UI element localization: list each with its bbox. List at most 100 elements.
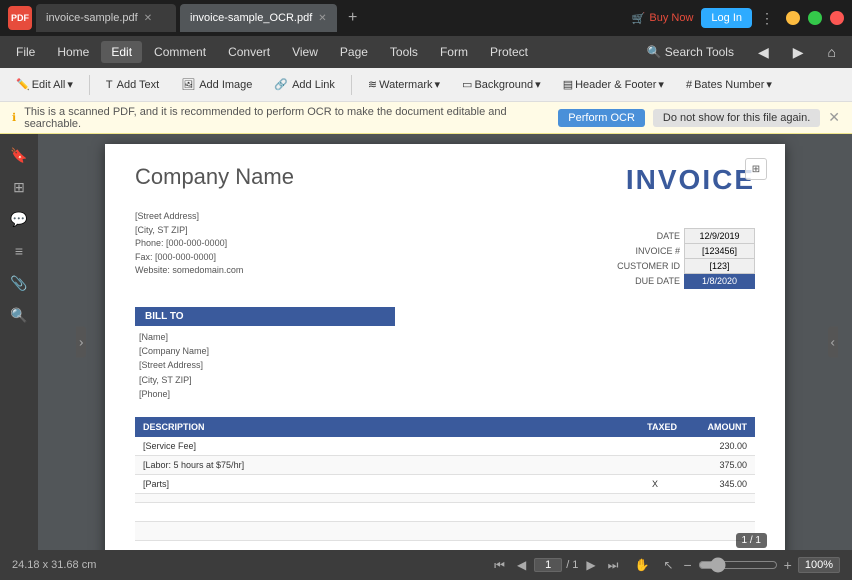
bill-phone: [Phone] bbox=[139, 387, 755, 401]
tab-invoice-2[interactable]: invoice-sample_OCR.pdf ✕ bbox=[180, 4, 337, 32]
last-page-button[interactable]: ⏭ bbox=[604, 556, 623, 575]
menu-tools[interactable]: Tools bbox=[380, 41, 428, 63]
menu-edit[interactable]: Edit bbox=[101, 41, 142, 63]
row1-amount: 230.00 bbox=[685, 437, 755, 456]
col-taxed: TAXED bbox=[625, 417, 685, 437]
nav-back-button[interactable]: ◀ bbox=[748, 40, 779, 65]
col-amount: AMOUNT bbox=[685, 417, 755, 437]
row4-desc bbox=[135, 494, 625, 503]
row5-desc bbox=[135, 503, 625, 522]
title-bar: PDF invoice-sample.pdf ✕ invoice-sample_… bbox=[0, 0, 852, 36]
login-button[interactable]: Log In bbox=[701, 8, 752, 28]
tab-close-1[interactable]: ✕ bbox=[144, 13, 152, 24]
menu-file[interactable]: File bbox=[6, 41, 45, 63]
bates-number-button[interactable]: # Bates Number ▾ bbox=[678, 75, 780, 94]
nav-forward-button[interactable]: ▶ bbox=[783, 40, 814, 65]
dismiss-button[interactable]: Do not show for this file again. bbox=[653, 109, 820, 127]
cart-icon: 🛒 bbox=[632, 12, 646, 25]
zoom-level: 100% bbox=[798, 557, 840, 573]
minimize-button[interactable] bbox=[786, 11, 800, 25]
menu-view[interactable]: View bbox=[282, 41, 328, 63]
panel-expand-button[interactable]: › bbox=[76, 327, 86, 358]
bill-to-section: BILL TO [Name] [Company Name] [Street Ad… bbox=[135, 307, 755, 402]
panel-icon-attachments[interactable]: 📎 bbox=[4, 268, 34, 298]
menu-page[interactable]: Page bbox=[330, 41, 378, 63]
header-footer-chevron: ▾ bbox=[658, 78, 664, 91]
maximize-button[interactable] bbox=[808, 11, 822, 25]
select-tool-button[interactable]: ↖ bbox=[659, 556, 677, 574]
page-badge: 1 / 1 bbox=[736, 533, 767, 548]
header-footer-button[interactable]: ▤ Header & Footer ▾ bbox=[555, 75, 672, 94]
edit-all-button[interactable]: ✏️ Edit All ▾ bbox=[8, 75, 81, 94]
close-button[interactable] bbox=[830, 11, 844, 25]
add-image-button[interactable]: 🖼 Add Image bbox=[173, 75, 260, 94]
company-name: Company Name bbox=[135, 164, 294, 190]
panel-icon-layers[interactable]: ≡ bbox=[4, 236, 34, 266]
overlay-icon: ⊞ bbox=[752, 164, 760, 175]
prev-page-button[interactable]: ◀ bbox=[513, 556, 530, 574]
nav-home-button[interactable]: ⌂ bbox=[818, 40, 846, 64]
table-row: [Service Fee] 230.00 bbox=[135, 437, 755, 456]
new-tab-button[interactable]: + bbox=[341, 6, 365, 30]
title-bar-right: 🛒 Buy Now Log In ⋮ bbox=[632, 8, 844, 28]
next-page-button[interactable]: ▶ bbox=[582, 556, 599, 574]
image-icon: 🖼 bbox=[181, 78, 195, 91]
meta-table: DATE 12/9/2019 INVOICE # [123456] CUSTOM… bbox=[613, 228, 755, 289]
watermark-icon: ≋ bbox=[368, 78, 377, 91]
zoom-slider[interactable] bbox=[698, 557, 778, 573]
panel-icon-comment[interactable]: 💬 bbox=[4, 204, 34, 234]
hand-tool-button[interactable]: ✋ bbox=[630, 556, 653, 574]
status-bar: 24.18 x 31.68 cm ⏮ ◀ / 1 ▶ ⏭ ✋ ↖ − + 100… bbox=[0, 550, 852, 580]
menu-protect[interactable]: Protect bbox=[480, 41, 538, 63]
table-row bbox=[135, 494, 755, 503]
menu-comment[interactable]: Comment bbox=[144, 41, 216, 63]
pdf-area: › ‹ ⊞ Company Name INVOICE [Street Addre… bbox=[38, 134, 852, 550]
due-date-label: DUE DATE bbox=[613, 273, 684, 288]
page-number-input[interactable] bbox=[534, 558, 562, 572]
panel-icon-pages[interactable]: ⊞ bbox=[4, 172, 34, 202]
panel-icon-search[interactable]: 🔍 bbox=[4, 300, 34, 330]
menu-home[interactable]: Home bbox=[47, 41, 99, 63]
tab-invoice-1[interactable]: invoice-sample.pdf ✕ bbox=[36, 4, 176, 32]
zoom-out-button[interactable]: − bbox=[683, 557, 691, 573]
right-panel-button[interactable]: ‹ bbox=[828, 327, 838, 358]
tab-label-2: invoice-sample_OCR.pdf bbox=[190, 12, 312, 24]
background-button[interactable]: ▭ Background ▾ bbox=[454, 75, 549, 94]
row2-desc: [Labor: 5 hours at $75/hr] bbox=[135, 456, 625, 475]
row3-desc: [Parts] bbox=[135, 475, 625, 494]
search-tools-button[interactable]: 🔍 Search Tools bbox=[637, 41, 744, 63]
menu-form[interactable]: Form bbox=[430, 41, 478, 63]
row3-taxed: X bbox=[625, 475, 685, 494]
table-row bbox=[135, 503, 755, 522]
row6-desc bbox=[135, 522, 625, 541]
customer-id-value: [123] bbox=[685, 258, 755, 273]
pdf-document: ⊞ Company Name INVOICE [Street Address] … bbox=[105, 144, 785, 550]
toolbar: ✏️ Edit All ▾ T Add Text 🖼 Add Image 🔗 A… bbox=[0, 68, 852, 102]
perform-ocr-button[interactable]: Perform OCR bbox=[558, 109, 645, 127]
tab-close-2[interactable]: ✕ bbox=[318, 13, 326, 24]
link-icon: 🔗 bbox=[274, 78, 288, 91]
row4-amount bbox=[685, 494, 755, 503]
background-icon: ▭ bbox=[462, 78, 472, 91]
tab-label-1: invoice-sample.pdf bbox=[46, 12, 138, 24]
divider-1 bbox=[89, 75, 90, 95]
app-icon: PDF bbox=[8, 6, 32, 30]
first-page-button[interactable]: ⏮ bbox=[490, 556, 509, 575]
watermark-button[interactable]: ≋ Watermark ▾ bbox=[360, 75, 448, 94]
add-text-button[interactable]: T Add Text bbox=[98, 76, 167, 94]
bill-city: [City, ST ZIP] bbox=[139, 373, 755, 387]
buy-now-button[interactable]: 🛒 Buy Now bbox=[632, 12, 694, 25]
row4-taxed bbox=[625, 494, 685, 503]
menu-convert[interactable]: Convert bbox=[218, 41, 280, 63]
more-options-icon[interactable]: ⋮ bbox=[760, 10, 774, 27]
add-link-button[interactable]: 🔗 Add Link bbox=[266, 75, 343, 94]
notification-bar: ℹ This is a scanned PDF, and it is recom… bbox=[0, 102, 852, 134]
page-total: / 1 bbox=[566, 559, 578, 571]
zoom-in-button[interactable]: + bbox=[784, 557, 792, 573]
panel-icon-bookmark[interactable]: 🔖 bbox=[4, 140, 34, 170]
text-icon: T bbox=[106, 79, 113, 91]
table-row: [Labor: 5 hours at $75/hr] 375.00 bbox=[135, 456, 755, 475]
pdf-overlay-button[interactable]: ⊞ bbox=[745, 158, 767, 180]
edit-all-chevron: ▾ bbox=[67, 78, 73, 91]
notification-close-button[interactable]: ✕ bbox=[828, 109, 840, 126]
